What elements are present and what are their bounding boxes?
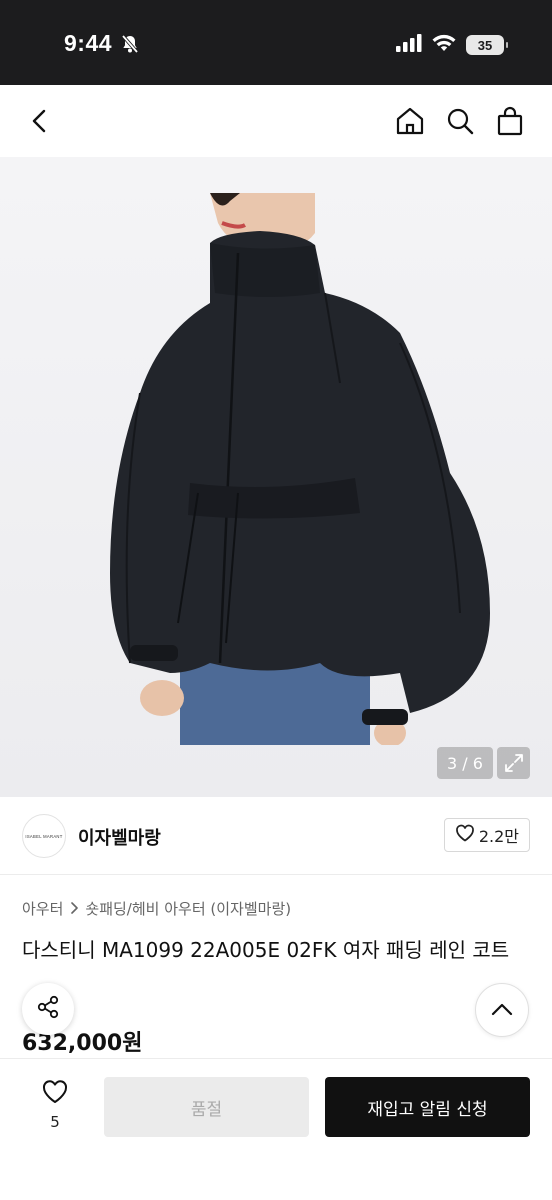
chevron-right-icon	[69, 900, 79, 918]
wishlist-button[interactable]: 5	[30, 1079, 80, 1131]
bell-off-icon	[120, 34, 140, 58]
soldout-button[interactable]: 품절	[104, 1077, 309, 1137]
status-time: 9:44	[64, 30, 113, 56]
seller-row[interactable]: ISABEL MARANT 이자벨마랑 2.2만	[0, 797, 552, 875]
share-button[interactable]	[22, 983, 74, 1035]
restock-alert-button[interactable]: 재입고 알림 신청	[325, 1077, 530, 1137]
seller-logo[interactable]: ISABEL MARANT	[22, 814, 66, 858]
home-icon[interactable]	[394, 105, 426, 137]
back-arrow-icon[interactable]	[26, 107, 54, 135]
signal-icon	[396, 34, 422, 56]
share-icon	[35, 994, 61, 1024]
scroll-top-button[interactable]	[475, 983, 529, 1037]
heart-icon	[41, 1080, 69, 1109]
image-counter: 3 / 6	[437, 747, 493, 779]
like-button[interactable]: 2.2만	[443, 818, 530, 852]
breadcrumb-parent[interactable]: 아우터	[22, 898, 63, 919]
wifi-icon	[432, 34, 456, 56]
status-bar: 9:44 35	[0, 0, 552, 85]
product-image-carousel[interactable]: 3 / 6	[0, 157, 552, 797]
wishlist-count: 5	[50, 1113, 60, 1131]
svg-text:ISABEL MARANT: ISABEL MARANT	[25, 834, 62, 839]
breadcrumb-child[interactable]: 숏패딩/헤비 아우터 (이자벨마랑)	[85, 898, 291, 919]
search-icon[interactable]	[444, 105, 476, 137]
bottom-action-bar: 5 품절 재입고 알림 신청	[0, 1058, 552, 1200]
top-nav	[0, 85, 552, 157]
product-photo	[110, 193, 490, 745]
shopping-bag-icon[interactable]	[494, 105, 526, 137]
heart-icon	[455, 824, 475, 846]
seller-name[interactable]: 이자벨마랑	[78, 824, 161, 850]
like-count: 2.2만	[478, 827, 519, 846]
product-title: 다스티니 MA1099 22A005E 02FK 여자 패딩 레인 코트	[22, 938, 510, 962]
chevron-up-icon	[491, 1001, 513, 1020]
battery-icon: 35	[466, 35, 508, 55]
expand-icon[interactable]	[497, 747, 530, 779]
breadcrumb: 아우터 숏패딩/헤비 아우터 (이자벨마랑)	[22, 898, 291, 919]
